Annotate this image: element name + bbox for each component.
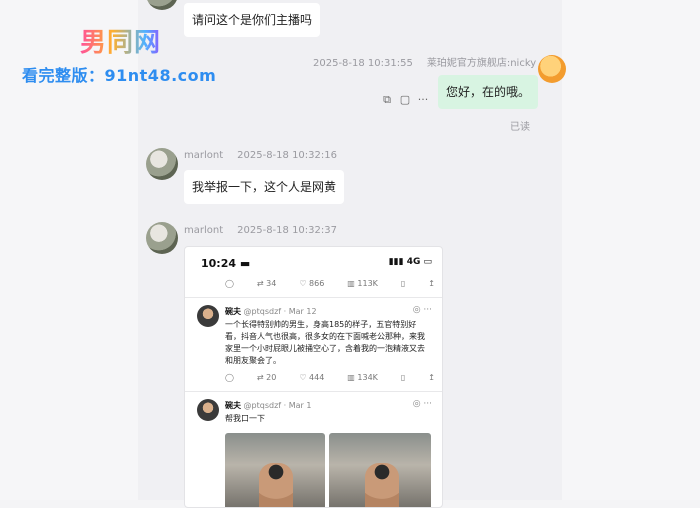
message-toolbar: ⧉ ▢ ··· [380,93,430,107]
quote-icon[interactable]: ▢ [398,93,412,107]
views-count[interactable]: ▥ 113K [347,279,378,288]
watermark-logo: 男同网 [80,22,161,59]
tweet-more-icon[interactable]: ◎ ··· [413,399,432,409]
status-signal: ▮▮▮ 4G ▭ [388,257,432,267]
reply-icon[interactable]: ◯ [225,279,234,288]
message-meta: marlont 2025-8-18 10:32:16 [184,150,337,161]
avatar[interactable] [146,148,178,180]
person-figure [259,463,293,507]
retweet-count[interactable]: ⇄ 20 [257,373,276,382]
tweet-text: 一个长得特别帅的男生，身高185的样子，五官特别好看，抖音人气也很高，很多女的在… [225,320,425,365]
tweet-text: 帮我口一下 [225,414,265,423]
avatar[interactable] [146,222,178,254]
tweet-actions: ◯ ⇄ 34 ♡ 866 ▥ 113K ▯ ↥ [225,279,435,288]
message-meta: marlont 2025-8-18 10:32:37 [184,225,337,236]
like-count[interactable]: ♡ 866 [299,279,324,288]
message-sender: marlont [184,225,224,236]
read-status: 已读 [510,122,530,133]
tweet-photo[interactable] [225,433,325,507]
tweet-avatar[interactable] [197,305,219,327]
message-sender: 莱珀妮官方旗舰店:nicky [426,58,537,69]
right-background [562,0,700,500]
views-count[interactable]: ▥ 134K [347,373,378,382]
message-sender: marlont [184,150,224,161]
share-icon[interactable]: ↥ [428,373,435,382]
message-bubble[interactable]: 您好，在的哦。 [438,75,539,109]
tweet-actions: ◯ ⇄ 20 ♡ 444 ▥ 134K ▯ ↥ [225,373,435,382]
message-time: 2025-8-18 10:32:16 [237,150,337,161]
person-figure [365,463,399,507]
retweet-count[interactable]: ⇄ 34 [257,279,276,288]
message-time: 2025-8-18 10:32:37 [237,225,337,236]
watermark-url: 看完整版：91nt48.com [22,66,217,85]
divider [185,391,442,392]
message-bubble[interactable]: 我举报一下，这个人是网黄 [184,170,345,204]
tweet-photo[interactable] [329,433,431,507]
message-bubble[interactable]: 请问这个是你们主播吗 [184,3,321,37]
copy-icon[interactable]: ⧉ [380,93,394,107]
reply-icon[interactable]: ◯ [225,373,234,382]
tweet-more-icon[interactable]: ◎ ··· [413,305,432,315]
tweet-author: 碗夫 @ptqsdzf · Mar 12 [225,307,317,316]
divider [185,297,442,298]
shop-avatar[interactable] [538,55,566,83]
bookmark-icon[interactable]: ▯ [401,373,405,382]
share-icon[interactable]: ↥ [428,279,435,288]
tweet-author: 碗夫 @ptqsdzf · Mar 1 [225,401,312,410]
like-count[interactable]: ♡ 444 [299,373,324,382]
image-message[interactable]: 10:24 ▬ ▮▮▮ 4G ▭ ◯ ⇄ 34 ♡ 866 ▥ 113K ▯ ↥… [184,246,443,508]
bookmark-icon[interactable]: ▯ [401,279,405,288]
message-time: 2025-8-18 10:31:55 [313,58,413,69]
message-meta: 2025-8-18 10:31:55 莱珀妮官方旗舰店:nicky [313,54,536,69]
status-time: 10:24 ▬ [201,257,251,270]
tweet-avatar[interactable] [197,399,219,421]
more-icon[interactable]: ··· [416,93,430,107]
